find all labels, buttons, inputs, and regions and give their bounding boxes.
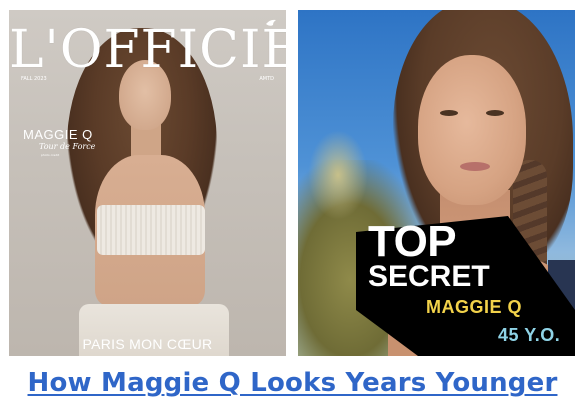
background-foliage-highlight (308, 130, 368, 220)
cover-bottom-line: PARIS MON CŒUR (82, 336, 213, 352)
cover-model-name: MAGGIE Q (23, 127, 93, 142)
portrait-face (418, 55, 526, 205)
cover-credit: photo credit (41, 153, 60, 157)
ad-unit[interactable]: L'OFFICIEL FALL 2023 AMTD MAGGIE Q Tour … (0, 0, 585, 416)
promo-line-top: TOP (368, 217, 457, 266)
portrait-lips (460, 162, 490, 171)
magazine-masthead: L'OFFICIEL (9, 20, 286, 80)
cover-issue-label: FALL 2023 (21, 76, 47, 82)
cover-issue-right-label: AMTD (259, 76, 274, 82)
portrait-left-eye (440, 110, 458, 116)
headline-link[interactable]: How Maggie Q Looks Years Younger (0, 368, 585, 398)
bird-icon (266, 19, 276, 26)
promo-line-secret: SECRET (368, 260, 490, 293)
promo-name: MAGGIE Q (426, 297, 523, 317)
magazine-cover-image[interactable]: L'OFFICIEL FALL 2023 AMTD MAGGIE Q Tour … (9, 10, 286, 356)
portrait-photo[interactable]: TOP SECRET MAGGIE Q 45 Y.O. (298, 10, 575, 356)
portrait-right-eye (486, 110, 504, 116)
cover-model-top (97, 205, 205, 255)
cover-subtitle: Tour de Force (39, 142, 96, 151)
promo-age: 45 Y.O. (498, 325, 561, 345)
